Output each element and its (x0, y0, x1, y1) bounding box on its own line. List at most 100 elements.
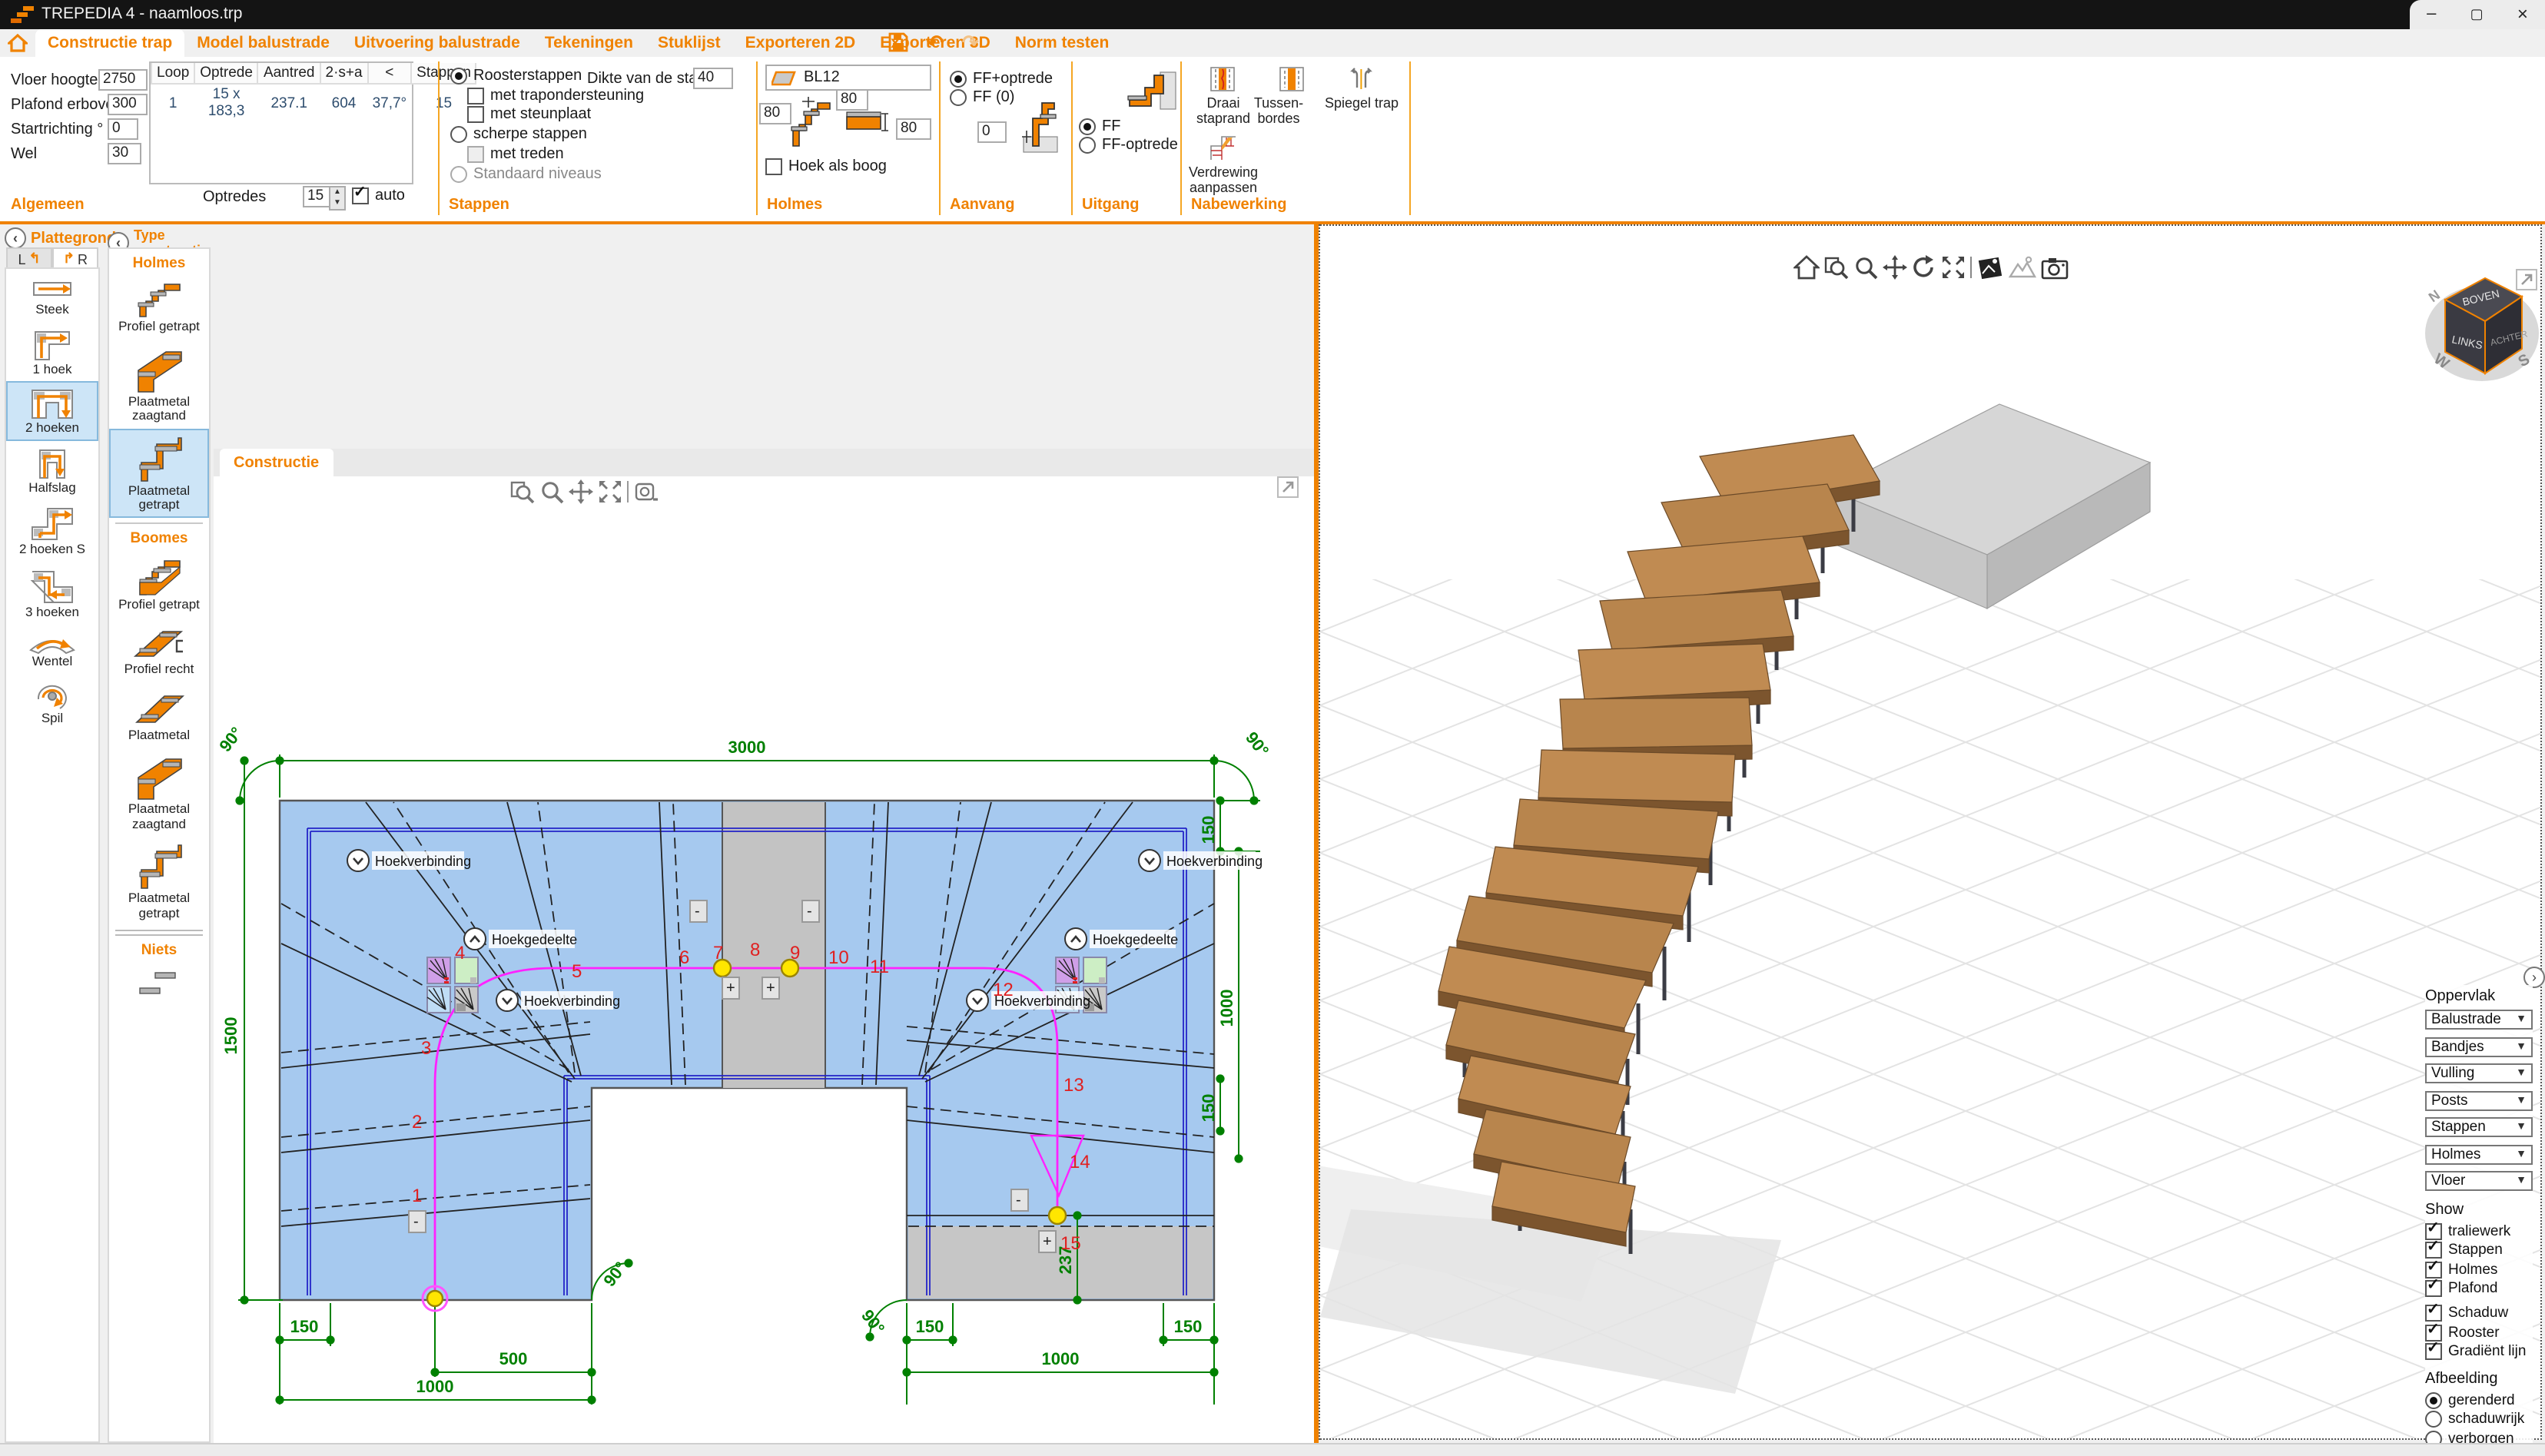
hoekverbinding-label[interactable]: Hoekverbinding (1139, 850, 1263, 871)
add-step-button[interactable]: + (1039, 1231, 1056, 1252)
gerenderd-radio[interactable] (2425, 1391, 2442, 1408)
tab-exporteren-2d[interactable]: Exporteren 2D (733, 28, 868, 57)
boom-plaatmetal-getrapt[interactable]: Plaatmetal getrapt (109, 836, 209, 925)
gradient-lijn-checkbox[interactable] (2425, 1343, 2442, 1360)
remove-step-button[interactable]: - (409, 1211, 426, 1232)
tab-constructie-trap[interactable]: Constructie trap (35, 28, 184, 57)
collapse-left-icon[interactable]: ‹ (5, 227, 26, 249)
plan-type-1hoek[interactable]: 1 hoek (6, 322, 98, 381)
rooster-checkbox[interactable] (2425, 1324, 2442, 1341)
scherpe-stappen-radio[interactable] (450, 126, 467, 143)
surface-select-balustrade[interactable]: Balustrade▼ (2425, 1010, 2533, 1030)
surface-select-posts[interactable]: Posts▼ (2425, 1090, 2533, 1110)
surface-select-stappen[interactable]: Stappen▼ (2425, 1117, 2533, 1137)
environment-icon[interactable] (2009, 255, 2036, 280)
roosterstappen-radio[interactable] (450, 68, 467, 85)
wel-input[interactable]: 30 (108, 143, 141, 164)
plan-type-2hoekens[interactable]: 2 hoeken S (6, 499, 98, 562)
ff-0-radio[interactable] (950, 89, 967, 106)
boom-plaatmetal[interactable]: Plaatmetal (109, 682, 209, 747)
hoekverbinding-label[interactable]: Hoekverbinding (967, 990, 1090, 1011)
hoekverbinding-label[interactable]: Hoekverbinding (496, 990, 620, 1011)
tab-tekeningen[interactable]: Tekeningen (533, 28, 645, 57)
holm-dim2-input[interactable]: 80 (836, 89, 868, 111)
schaduw-checkbox[interactable] (2425, 1305, 2442, 1322)
boom-plaatmetal-zaagtand[interactable]: Plaatmetal zaagtand (109, 747, 209, 836)
steunplaat-checkbox[interactable] (467, 106, 484, 123)
remove-step-button[interactable]: - (1011, 1189, 1028, 1211)
tab-constructie-view[interactable]: Constructie (220, 449, 333, 476)
home-icon[interactable] (0, 28, 35, 57)
surface-select-holmes[interactable]: Holmes▼ (2425, 1144, 2533, 1164)
schaduwrijk-radio[interactable] (2425, 1411, 2442, 1428)
surface-select-vulling[interactable]: Vulling▼ (2425, 1063, 2533, 1083)
startrichting-input[interactable]: 0 (108, 118, 138, 140)
close-button[interactable]: × (2517, 4, 2528, 25)
plafond-erboven-input[interactable]: 300 (108, 94, 148, 115)
ff-min-optrede-radio[interactable] (1079, 137, 1096, 154)
verdrewing-aanpassen-button[interactable]: Verdrewing aanpassen (1180, 164, 1266, 195)
plan-type-2hoeken[interactable]: 2 hoeken (6, 381, 98, 440)
plan-type-steek[interactable]: Steek (6, 269, 98, 322)
view-cube[interactable]: N W S BOVEN LINKS ACHTER (2421, 260, 2543, 386)
hoek-als-boog-checkbox[interactable] (765, 158, 782, 175)
zoom-window-icon[interactable] (1824, 255, 1849, 280)
boom-profiel-recht[interactable]: Profiel recht (109, 616, 209, 682)
hoekgedeelte-label[interactable]: Hoekgedeelte (464, 928, 577, 950)
vloer-hoogte-input[interactable]: 2750 (98, 69, 148, 91)
verdrewing-aanpassen-icon[interactable] (1209, 135, 1237, 161)
holmes-checkbox[interactable] (2425, 1261, 2442, 1278)
camera-icon[interactable] (2041, 256, 2069, 279)
rotate-icon[interactable] (1912, 255, 1936, 280)
tussen-bordes-button[interactable]: Tussen-bordes (1236, 95, 1322, 126)
ff-radio[interactable] (1079, 118, 1096, 135)
niets-item[interactable] (109, 960, 209, 1005)
stappen-checkbox[interactable] (2425, 1242, 2442, 1259)
tab-stuklijst[interactable]: Stuklijst (645, 28, 733, 57)
met-treden-checkbox[interactable] (467, 146, 484, 163)
dikte-input[interactable]: 40 (693, 68, 733, 89)
plafond-checkbox[interactable] (2425, 1280, 2442, 1297)
tab-uitvoering-balustrade[interactable]: Uitvoering balustrade (342, 28, 533, 57)
plan-type-spil[interactable]: Spil (6, 674, 98, 730)
remove-step-button[interactable]: - (802, 900, 819, 922)
ff-plus-optrede-radio[interactable] (950, 71, 967, 88)
auto-checkbox[interactable] (352, 187, 369, 204)
save-icon[interactable] (888, 33, 908, 53)
background-image-icon[interactable] (1976, 255, 2004, 280)
home-icon[interactable] (1793, 255, 1820, 280)
zoom-icon[interactable] (1853, 255, 1878, 280)
plan-type-wentel[interactable]: Wentel (6, 624, 98, 674)
holm-plaatmetal-zaagtand[interactable]: Plaatmetal zaagtand (109, 339, 209, 428)
remove-step-button[interactable]: - (690, 900, 707, 922)
walkline-start-handle[interactable] (427, 1291, 443, 1306)
pan-icon[interactable] (1883, 255, 1907, 280)
hoekgedeelte-label[interactable]: Hoekgedeelte (1065, 928, 1178, 950)
panel-divider[interactable] (1314, 224, 1318, 1443)
trapondersteuning-checkbox[interactable] (467, 88, 484, 104)
scene-3d[interactable] (1320, 226, 2540, 1438)
spiegel-trap-icon[interactable] (1346, 66, 1377, 92)
undo-icon[interactable]: ↶ (927, 33, 944, 53)
holm-profiel-getrapt[interactable]: Profiel getrapt (109, 274, 209, 339)
spiegel-trap-button[interactable]: Spiegel trap (1319, 95, 1405, 111)
surface-select-vloer[interactable]: Vloer▼ (2425, 1171, 2533, 1191)
holm-profile-select[interactable]: BL12 (765, 65, 931, 91)
surface-select-bandjes[interactable]: Bandjes▼ (2425, 1036, 2533, 1056)
standaard-niveaus-radio[interactable] (450, 166, 467, 183)
zoom-fit-icon[interactable] (1941, 255, 1966, 280)
walkline-end-handle[interactable] (1049, 1207, 1066, 1224)
holm-plaatmetal-getrapt[interactable]: Plaatmetal getrapt (109, 428, 209, 517)
tab-norm-testen[interactable]: Norm testen (1003, 28, 1122, 57)
add-step-button[interactable]: + (762, 977, 779, 999)
aanvang-value-input[interactable]: 0 (977, 121, 1007, 143)
draai-staprand-icon[interactable] (1209, 66, 1236, 92)
tussen-bordes-icon[interactable] (1279, 66, 1305, 92)
maximize-button[interactable]: ▢ (2470, 6, 2484, 23)
redo-icon[interactable]: ↷ (962, 33, 979, 53)
plan-type-3hoeken[interactable]: 3 hoeken (6, 562, 98, 624)
loop-table[interactable]: Loop Optrede Aantred 2·s+a < Stappen 1 1… (149, 61, 413, 184)
add-step-button[interactable]: + (722, 977, 739, 999)
stepper-arrows[interactable]: ▲▼ (329, 186, 346, 211)
holm-dim3-input[interactable]: 80 (896, 118, 931, 140)
